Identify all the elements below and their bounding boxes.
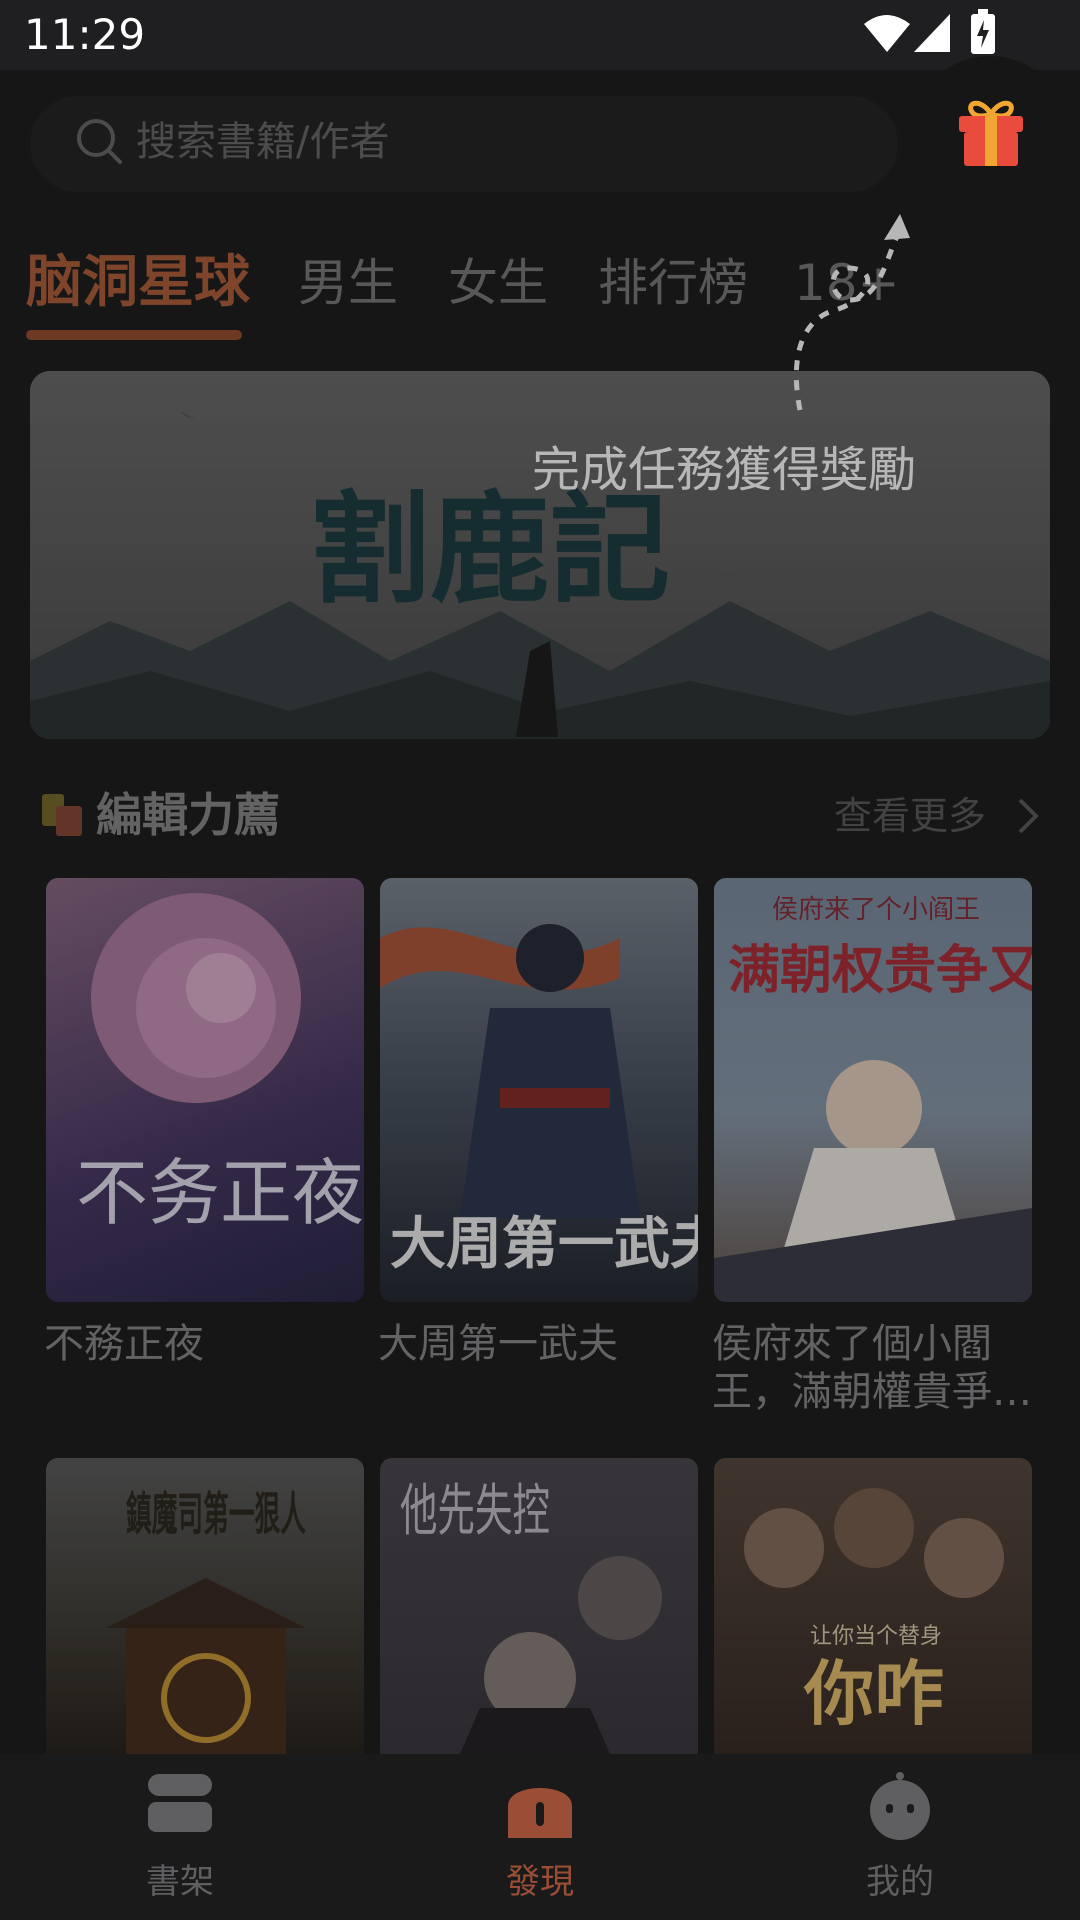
active-tab-indicator bbox=[26, 330, 242, 340]
bottom-navigation: 書架 發現 我的 bbox=[0, 1754, 1080, 1920]
book-cover-title: 大周第一武夫 bbox=[390, 1211, 698, 1277]
book-cover[interactable]: 大周第一武夫 bbox=[380, 878, 698, 1302]
section-title: 編輯力薦 bbox=[96, 788, 280, 842]
book-cover-title: 不务正夜 bbox=[76, 1151, 364, 1235]
tab-male[interactable]: 男生 bbox=[298, 248, 398, 318]
book-cover[interactable]: 他先失控 bbox=[380, 1458, 698, 1754]
book-cover-subtitle: 侯府来了个小阎王 bbox=[772, 895, 980, 925]
book-cover-art: 让你当个替身 你咋 bbox=[744, 1488, 1004, 1735]
discover-icon bbox=[508, 1788, 572, 1838]
chevron-right-icon[interactable] bbox=[1016, 796, 1040, 836]
tooltip-arrow bbox=[793, 214, 910, 411]
book-cover-art: 大周第一武夫 bbox=[380, 924, 698, 1277]
book-cover[interactable]: 鎮魔司第一狠人 bbox=[46, 1458, 364, 1754]
nav-bookshelf[interactable]: 書架 bbox=[80, 1772, 280, 1912]
nav-label-bookshelf: 書架 bbox=[146, 1862, 214, 1902]
nav-label-profile: 我的 bbox=[866, 1862, 934, 1902]
wifi-icon bbox=[864, 15, 910, 52]
signal-icon bbox=[914, 14, 950, 52]
nav-label-discover: 發現 bbox=[506, 1862, 574, 1902]
status-bar: 11:29 bbox=[0, 0, 1080, 70]
nav-discover[interactable]: 發現 bbox=[440, 1772, 640, 1912]
tooltip-text: 完成任務獲得獎勵 bbox=[532, 442, 917, 498]
search-icon bbox=[77, 119, 122, 164]
see-more-link[interactable]: 查看更多 bbox=[834, 790, 986, 842]
book-cover[interactable]: 不务正夜 bbox=[46, 878, 364, 1302]
book-cover[interactable]: 侯府来了个小阎王 满朝权贵争又抢 bbox=[714, 878, 1032, 1302]
banner-image: 割鹿記 bbox=[30, 371, 1050, 739]
book-cover-art: 不务正夜 bbox=[76, 893, 364, 1235]
book-cover-title: 鎮魔司第一狠人 bbox=[126, 1487, 306, 1541]
book-cover-subtitle: 让你当个替身 bbox=[810, 1624, 942, 1649]
tab-female[interactable]: 女生 bbox=[448, 248, 548, 318]
banner-title: 割鹿記 bbox=[310, 479, 670, 620]
search-placeholder: 搜索書籍/作者 bbox=[136, 119, 390, 165]
book-cover-art: 侯府来了个小阎王 满朝权贵争又抢 bbox=[714, 895, 1032, 1302]
gift-icon bbox=[959, 100, 1023, 166]
book-cover-art: 鎮魔司第一狠人 bbox=[106, 1487, 306, 1754]
gift-button[interactable] bbox=[912, 56, 1068, 212]
battery-icon bbox=[971, 9, 995, 54]
book-title[interactable]: 大周第一武夫 bbox=[378, 1320, 704, 1368]
search-bar[interactable]: 搜索書籍/作者 bbox=[30, 96, 898, 192]
status-time: 11:29 bbox=[24, 10, 146, 59]
bookshelf-icon bbox=[148, 1774, 212, 1832]
book-cover-title: 你咋 bbox=[803, 1652, 944, 1735]
book-cover[interactable]: 让你当个替身 你咋 bbox=[714, 1458, 1032, 1754]
book-cover-art: 他先失控 bbox=[400, 1479, 662, 1754]
section-icon bbox=[42, 794, 82, 836]
tab-ranking[interactable]: 排行榜 bbox=[598, 248, 748, 318]
book-title[interactable]: 不務正夜 bbox=[44, 1320, 370, 1368]
book-cover-title: 他先失控 bbox=[400, 1479, 550, 1544]
book-cover-title: 满朝权贵争又抢 bbox=[728, 941, 1032, 1001]
nav-profile[interactable]: 我的 bbox=[800, 1772, 1000, 1912]
book-title[interactable]: 侯府來了個小閻王，滿朝權貴爭… bbox=[712, 1320, 1038, 1416]
tab-brain-planet[interactable]: 脑洞星球 bbox=[26, 248, 250, 318]
banner-carousel[interactable]: 割鹿記 bbox=[30, 371, 1050, 739]
profile-icon bbox=[870, 1772, 930, 1840]
